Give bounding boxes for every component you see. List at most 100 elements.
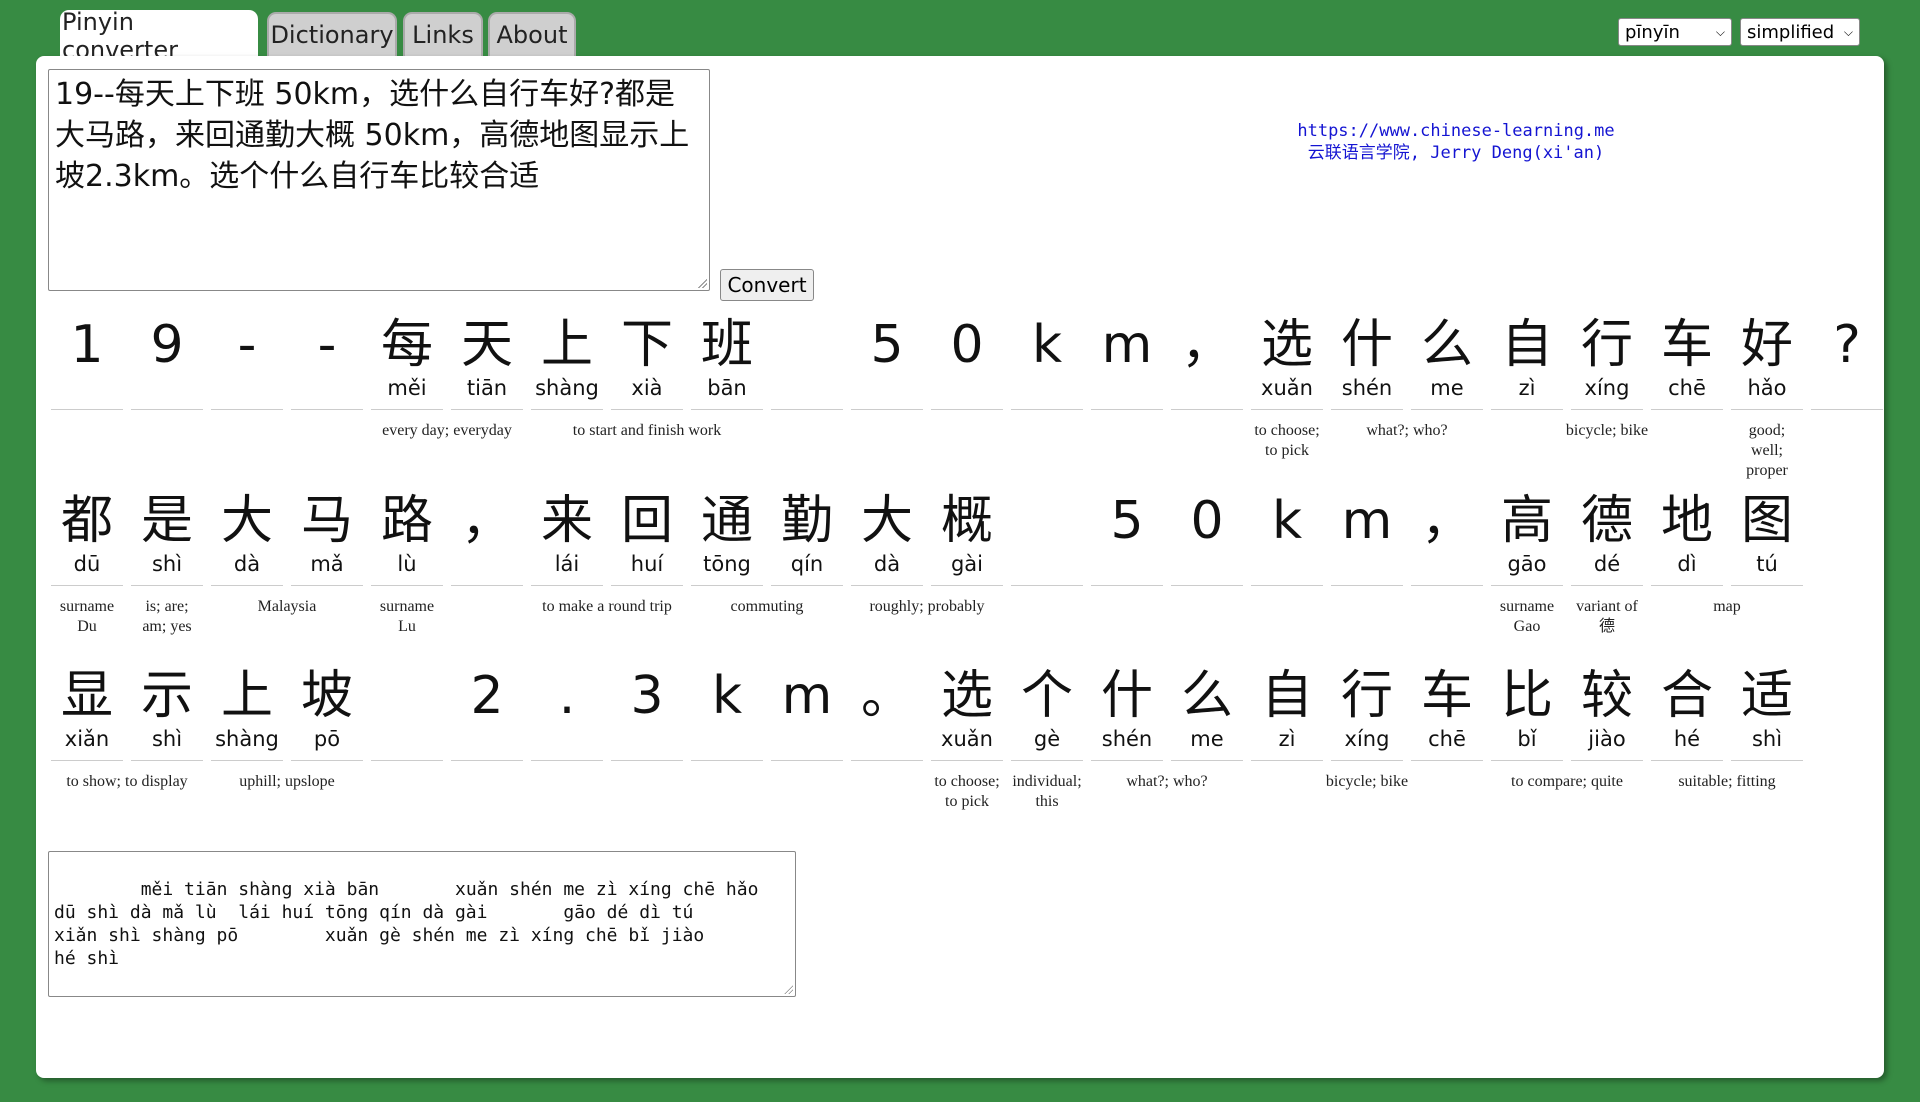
char-cell: 么 me — [1168, 668, 1246, 768]
pinyin-syllable — [688, 724, 766, 754]
cell-underline — [1091, 585, 1163, 586]
script-select[interactable]: simplified ⌵ — [1740, 18, 1860, 46]
hanzi-char: 9 — [150, 315, 184, 375]
hanzi-char: 自 — [1260, 666, 1313, 726]
pinyin-syllable: gāo — [1507, 552, 1547, 576]
cell-underline — [291, 409, 363, 410]
cell-underline — [1571, 585, 1643, 586]
resize-handle[interactable] — [697, 278, 707, 288]
pinyin-syllable: lái — [554, 552, 580, 576]
chinese-input-textarea[interactable]: 19--每天上下班 50km，选什么自行车好?都是大马路，来回通勤大概 50km… — [48, 69, 710, 291]
hanzi-char: 较 — [1580, 666, 1633, 726]
gloss-text: surname Du — [59, 598, 115, 635]
pinyin-syllable: pō — [313, 727, 341, 751]
char-cell: m — [1328, 493, 1406, 593]
hanzi-char: 来 — [540, 491, 593, 551]
pinyin-syllable: chē — [1668, 376, 1706, 400]
cell-underline — [611, 760, 683, 761]
pinyin-syllable: mǎ — [310, 552, 344, 576]
pinyin-syllable — [448, 724, 526, 754]
cell-underline — [211, 760, 283, 761]
pinyin-syllable — [1168, 373, 1246, 403]
pinyin-syllable: shì — [151, 552, 183, 576]
char-cell: 3 — [608, 668, 686, 768]
gloss-text: suitable; fitting — [1678, 773, 1776, 790]
pinyin-syllable: dì — [1677, 552, 1697, 576]
tab-links[interactable]: Links — [403, 12, 483, 56]
char-cell: 显 xiǎn — [48, 668, 126, 768]
hanzi-char: 2 — [470, 666, 504, 726]
pinyin-syllable: dà — [233, 552, 261, 576]
char-cell: 9 — [128, 317, 206, 417]
pinyin-syllable: shàng — [535, 376, 599, 400]
romanization-select[interactable]: pīnyīn ⌵ — [1618, 18, 1732, 46]
gloss-text: variant of 德 — [1576, 598, 1638, 635]
char-cell: 较 jiào — [1568, 668, 1646, 768]
char-cell: 车 chē — [1408, 668, 1486, 768]
cell-underline — [131, 409, 203, 410]
hanzi-char: ， — [1420, 491, 1473, 551]
cell-underline — [371, 409, 443, 410]
hanzi-char: k — [711, 666, 743, 726]
cell-underline — [1251, 585, 1323, 586]
tab-about[interactable]: About — [488, 12, 576, 56]
gloss-text: bicycle; bike — [1325, 773, 1409, 790]
cell-underline — [691, 585, 763, 586]
hanzi-char: 么 — [1180, 666, 1233, 726]
convert-button[interactable]: Convert — [720, 269, 814, 301]
char-cell: 2 — [448, 668, 526, 768]
pinyin-syllable — [1008, 373, 1086, 403]
pinyin-syllable — [1168, 549, 1246, 579]
cell-underline — [451, 409, 523, 410]
hanzi-char: - — [237, 315, 257, 375]
hanzi-char: 上 — [540, 315, 593, 375]
resize-handle[interactable] — [783, 984, 793, 994]
hanzi-char: 每 — [380, 315, 433, 375]
char-cell: 是 shì — [128, 493, 206, 593]
cell-underline — [1811, 409, 1883, 410]
cell-underline — [291, 760, 363, 761]
cell-underline — [851, 409, 923, 410]
pinyin-syllable: chē — [1428, 727, 1466, 751]
pinyin-syllable: měi — [387, 376, 427, 400]
pinyin-output-textarea[interactable]: měi tiān shàng xià bān xuǎn shén me zì x… — [48, 851, 796, 997]
hanzi-char: 都 — [60, 491, 113, 551]
hanzi-char: 0 — [1190, 491, 1224, 551]
pinyin-syllable: tōng — [703, 552, 751, 576]
char-cell: 图 tú — [1728, 493, 1806, 593]
char-cell: 1 — [48, 317, 126, 417]
hanzi-char: 。 — [860, 666, 913, 726]
cell-underline — [1571, 409, 1643, 410]
char-cell: 选 xuǎn — [1248, 317, 1326, 417]
cell-underline — [451, 585, 523, 586]
tab-pinyin-converter[interactable]: Pinyin converter — [60, 8, 258, 64]
pinyin-syllable: bǐ — [1517, 727, 1537, 751]
hanzi-char — [768, 317, 846, 373]
hanzi-char: 高 — [1500, 491, 1553, 551]
tab-dictionary[interactable]: Dictionary — [267, 12, 397, 56]
gloss-text: to make a round trip — [542, 598, 672, 615]
site-info: https://www.chinese-learning.me 云联语言学院, … — [1276, 120, 1636, 164]
chevron-down-icon: ⌵ — [1843, 24, 1853, 39]
char-cell: 自 zì — [1488, 317, 1566, 417]
cell-underline — [611, 585, 683, 586]
pinyin-syllable — [1328, 549, 1406, 579]
site-url[interactable]: https://www.chinese-learning.me — [1276, 120, 1636, 142]
char-cell: k — [1248, 493, 1326, 593]
cell-underline — [931, 760, 1003, 761]
pinyin-syllable: xíng — [1344, 727, 1390, 751]
hanzi-char: 天 — [460, 315, 513, 375]
script-select-value: simplified — [1747, 21, 1835, 43]
char-cell: 德 dé — [1568, 493, 1646, 593]
cell-underline — [371, 585, 443, 586]
char-cell: 大 dà — [848, 493, 926, 593]
hanzi-char: 路 — [380, 491, 433, 551]
hanzi-char: 班 — [700, 315, 753, 375]
char-cell: 么 me — [1408, 317, 1486, 417]
char-cell: ， — [1408, 493, 1486, 593]
hanzi-char: 什 — [1340, 315, 1393, 375]
pinyin-syllable: shàng — [215, 727, 279, 751]
gloss-text: surname Lu — [379, 598, 435, 635]
cell-underline — [691, 409, 763, 410]
pinyin-syllable — [288, 373, 366, 403]
